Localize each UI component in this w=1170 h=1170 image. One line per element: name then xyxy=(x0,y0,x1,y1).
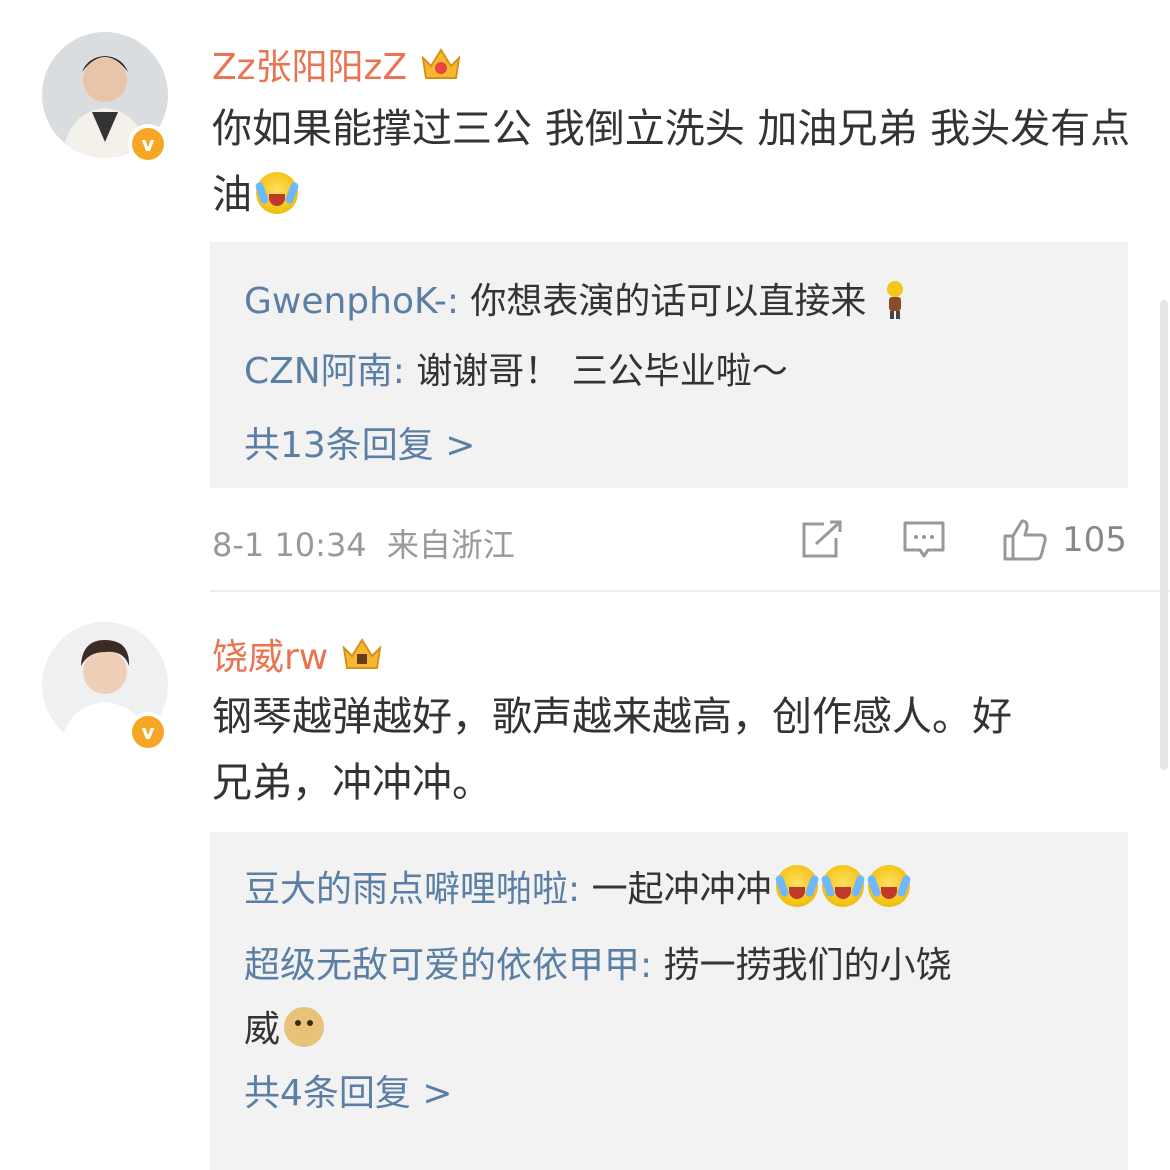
comment-text-line: 兄弟，冲冲冲。 xyxy=(212,760,492,806)
reply-username[interactable]: 豆大的雨点噼哩啪啦: xyxy=(244,869,580,910)
doge-emoji-icon xyxy=(284,1007,325,1047)
laugh-cry-emoji-icon xyxy=(256,172,298,214)
comment-text-line: 钢琴越弹越好，歌声越来越高，创作感人。好 xyxy=(212,694,1012,740)
reply-text: 你想表演的话可以直接来 xyxy=(458,281,867,322)
verified-icon: v xyxy=(128,712,168,752)
location: 来自浙江 xyxy=(386,526,515,564)
comment-item: v 饶威rw 钢琴越弹越好，歌声越来越高，创作感人。好 兄弟，冲冲冲。 豆大的雨… xyxy=(0,592,1170,1170)
reply-box[interactable]: 豆大的雨点噼哩啪啦: 一起冲冲冲 超级无敌可爱的依依甲甲: 捞一捞我们的小饶 威… xyxy=(210,832,1128,1170)
crown-badge-icon xyxy=(421,48,461,79)
reply-username[interactable]: 超级无敌可爱的依依甲甲: xyxy=(244,945,652,986)
crown-badge-icon xyxy=(342,638,382,669)
reply-text: 一起冲冲冲 xyxy=(580,869,772,910)
reply-username[interactable]: GwenphoK-: xyxy=(244,281,459,322)
figure-emoji-icon xyxy=(886,281,903,319)
comment-button[interactable] xyxy=(902,512,946,568)
comment-username[interactable]: Zz张阳阳zZ xyxy=(212,38,463,90)
reply-item[interactable]: GwenphoK-: 你想表演的话可以直接来 xyxy=(244,272,912,324)
reply-text: 捞一捞我们的小饶 xyxy=(652,945,952,986)
verified-icon: v xyxy=(128,124,168,164)
comment-text: 钢琴越弹越好，歌声越来越高，创作感人。好 兄弟，冲冲冲。 xyxy=(212,684,1132,816)
scrollbar[interactable] xyxy=(1160,300,1168,770)
like-count: 105 xyxy=(1062,520,1127,560)
timestamp: 8-1 10:34 xyxy=(212,526,367,564)
laugh-cry-emoji-icon xyxy=(821,865,864,907)
comment-footer: 8-1 10:34 来自浙江 105 xyxy=(0,512,1170,568)
more-replies-link[interactable]: 共4条回复 > xyxy=(244,1064,453,1116)
reply-item[interactable]: CZN阿南: 谢谢哥！ 三公毕业啦～ xyxy=(244,342,788,394)
username-text[interactable]: 饶威rw xyxy=(212,628,328,680)
reply-text-cont: 威 xyxy=(244,1009,281,1050)
share-button[interactable] xyxy=(800,512,844,568)
reply-item[interactable]: 豆大的雨点噼哩啪啦: 一起冲冲冲 xyxy=(244,860,910,912)
more-replies-link[interactable]: 共13条回复 > xyxy=(244,416,475,468)
share-icon xyxy=(802,520,842,558)
reply-box[interactable]: GwenphoK-: 你想表演的话可以直接来 CZN阿南: 谢谢哥！ 三公毕业啦… xyxy=(210,242,1128,488)
comment-username[interactable]: 饶威rw xyxy=(212,628,384,680)
comment-text: 你如果能撑过三公 我倒立洗头 加油兄弟 我头发有点油 xyxy=(212,96,1132,228)
reply-item[interactable]: 超级无敌可爱的依依甲甲: 捞一捞我们的小饶 威 xyxy=(244,934,952,1062)
like-button[interactable]: 105 xyxy=(1002,512,1127,568)
comment-icon xyxy=(903,521,945,558)
laugh-cry-emoji-icon xyxy=(867,865,910,907)
laugh-cry-emoji-icon xyxy=(775,865,818,907)
comment-text-content: 你如果能撑过三公 我倒立洗头 加油兄弟 我头发有点油 xyxy=(212,106,1131,218)
comment-meta: 8-1 10:34 来自浙江 xyxy=(212,520,515,566)
comment-item: v Zz张阳阳zZ 你如果能撑过三公 我倒立洗头 加油兄弟 我头发有点油 Gwe… xyxy=(0,0,1170,592)
reply-text: 谢谢哥！ 三公毕业啦～ xyxy=(404,351,788,392)
thumbs-up-icon xyxy=(1003,519,1047,561)
username-text[interactable]: Zz张阳阳zZ xyxy=(212,38,407,90)
reply-username[interactable]: CZN阿南: xyxy=(244,351,405,392)
